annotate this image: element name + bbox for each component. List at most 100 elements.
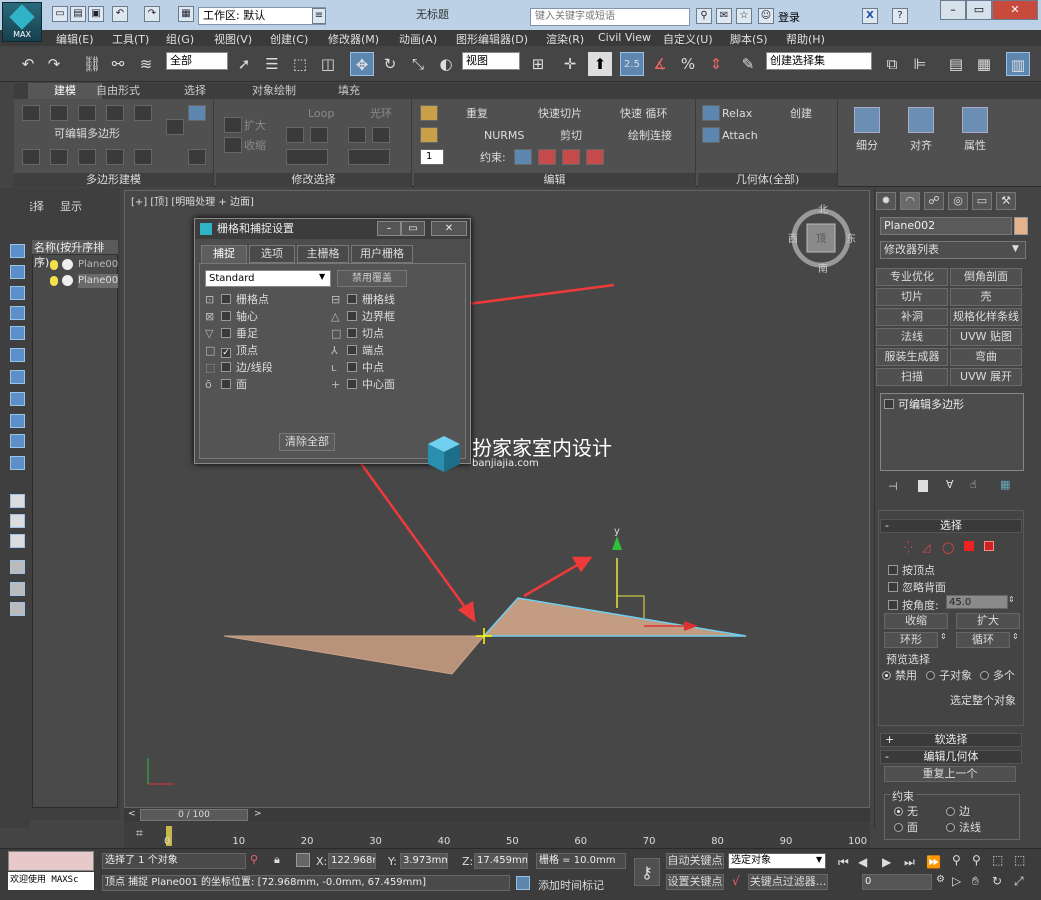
loop-grow-icon[interactable] bbox=[286, 127, 304, 143]
loop-mode-icon[interactable] bbox=[286, 149, 328, 165]
snap-midpoint[interactable]: ʟ 中点 bbox=[331, 361, 384, 375]
relax-button[interactable]: Relax bbox=[722, 105, 752, 123]
border-subobject-icon[interactable]: ◯ bbox=[942, 541, 954, 554]
snap-type-select[interactable]: Standard bbox=[205, 270, 331, 287]
modifier-button[interactable]: 专业优化 bbox=[876, 268, 948, 286]
snap-grid-points[interactable]: ⊡ 栅格点 bbox=[205, 293, 269, 307]
list-item[interactable]: Plane00 bbox=[78, 274, 118, 288]
attach-button[interactable]: Attach bbox=[722, 127, 758, 145]
display-shapes-icon[interactable] bbox=[10, 306, 25, 320]
by-angle-option[interactable]: 按角度: bbox=[888, 597, 939, 613]
ring-button[interactable]: 环形 bbox=[884, 632, 938, 648]
show-end-result-icon[interactable] bbox=[918, 480, 928, 492]
ribbon-tab-populate[interactable]: 填充 bbox=[328, 83, 370, 99]
modifier-button[interactable]: 服装生成器 bbox=[876, 348, 948, 366]
ring-shrink-icon[interactable] bbox=[372, 127, 390, 143]
checkbox[interactable] bbox=[888, 582, 898, 592]
bind-space-warp-icon[interactable]: ≋ bbox=[134, 52, 158, 76]
zoom-all-icon[interactable]: ⚲ bbox=[972, 853, 981, 867]
checkbox[interactable] bbox=[347, 294, 357, 304]
radio[interactable] bbox=[894, 823, 903, 832]
tab-user-grids[interactable]: 用户栅格 bbox=[351, 245, 413, 263]
snap-tangent[interactable]: □ 切点 bbox=[331, 327, 384, 341]
dialog-titlebar[interactable]: 栅格和捕捉设置 bbox=[195, 219, 470, 239]
snap-endpoint[interactable]: ⅄ 端点 bbox=[331, 344, 384, 358]
maxscript-listener[interactable] bbox=[8, 851, 94, 871]
snap-grid-lines[interactable]: ⊟ 栅格线 bbox=[331, 293, 395, 307]
mirror-icon[interactable]: ⧉ bbox=[880, 52, 904, 76]
current-frame-field[interactable]: 0 bbox=[862, 874, 932, 890]
field-of-view-icon[interactable]: ▷ bbox=[952, 874, 961, 888]
light-bulb-icon[interactable] bbox=[50, 276, 58, 286]
modifier-button[interactable]: UVW 贴图 bbox=[950, 328, 1022, 346]
graphite-tools-icon[interactable]: ▥ bbox=[1006, 52, 1030, 76]
communication-center-icon[interactable]: ✉ bbox=[716, 8, 732, 24]
favorites-star-icon[interactable]: ☆ bbox=[736, 8, 752, 24]
create-button[interactable]: 创建 bbox=[790, 105, 812, 123]
add-time-tag-button[interactable]: 添加时间标记 bbox=[538, 877, 604, 893]
modifier-button[interactable]: 壳 bbox=[950, 288, 1022, 306]
menu-help[interactable]: 帮助(H) bbox=[786, 31, 825, 47]
plane002-mesh[interactable] bbox=[482, 597, 747, 637]
rectangular-selection-icon[interactable]: ⬚ bbox=[288, 52, 312, 76]
time-next-icon[interactable]: > bbox=[254, 809, 262, 819]
checkbox[interactable] bbox=[221, 362, 231, 372]
window-crossing-icon[interactable]: ◫ bbox=[316, 52, 340, 76]
repeat-last-button[interactable]: 重复上一个 bbox=[884, 766, 1016, 782]
shrink-button[interactable]: 收缩 bbox=[884, 613, 948, 629]
pan-icon[interactable]: ✋︎ bbox=[972, 874, 979, 889]
modifier-button[interactable]: 切片 bbox=[876, 288, 948, 306]
play-icon[interactable]: ▶ bbox=[882, 855, 891, 869]
radio[interactable] bbox=[946, 823, 955, 832]
panel-title[interactable]: 多边形建模 bbox=[14, 173, 213, 187]
modifier-button[interactable]: 法线 bbox=[876, 328, 948, 346]
remove-modifier-icon[interactable]: ☝ bbox=[970, 478, 977, 491]
ribbon-tab-object-paint[interactable]: 对象绘制 bbox=[242, 83, 306, 99]
menu-animation[interactable]: 动画(A) bbox=[399, 31, 437, 47]
ring-spinner[interactable]: ⇕ bbox=[940, 632, 950, 648]
ribbon-tab-freeform[interactable]: 自由形式 bbox=[86, 83, 150, 99]
vertex-mode-icon[interactable] bbox=[22, 105, 40, 121]
lock-selection-icon[interactable]: 🔒︎ bbox=[274, 853, 280, 867]
panel-title[interactable]: 修改选择 bbox=[216, 173, 411, 187]
select-and-move-icon[interactable]: ✥ bbox=[350, 52, 374, 76]
ribbon-tab-selection[interactable]: 选择 bbox=[174, 83, 216, 99]
soft-selection-rollout-header[interactable]: + 软选择 bbox=[880, 733, 1022, 747]
maxscript-input[interactable]: 欢迎使用 MAXSc bbox=[8, 872, 94, 890]
sort-icon[interactable] bbox=[10, 602, 25, 616]
polygon-mode-icon[interactable] bbox=[106, 105, 124, 121]
select-by-name-icon[interactable]: ☰ bbox=[260, 52, 284, 76]
menu-civil-view[interactable]: Civil View bbox=[598, 31, 651, 44]
motion-tab-icon[interactable]: ◎ bbox=[948, 192, 968, 210]
pivot-center-icon[interactable]: ⊞ bbox=[526, 52, 550, 76]
exchange-apps-icon[interactable]: X bbox=[862, 8, 878, 24]
tab-snaps[interactable]: 捕捉 bbox=[201, 245, 247, 263]
border-mode-icon[interactable] bbox=[78, 105, 96, 121]
clear-all-button[interactable]: 清除全部 bbox=[279, 433, 335, 451]
previous-modifier-icon[interactable] bbox=[50, 149, 68, 165]
tab-home-grid[interactable]: 主栅格 bbox=[297, 245, 349, 263]
element-mode-icon[interactable] bbox=[134, 105, 152, 121]
link-icon[interactable]: ⛓ bbox=[80, 52, 104, 76]
checkbox[interactable] bbox=[347, 328, 357, 338]
loop-shrink-icon[interactable] bbox=[310, 127, 328, 143]
modify-tab-icon[interactable]: ◠ bbox=[900, 192, 920, 210]
element-subobject-icon[interactable] bbox=[984, 541, 994, 551]
select-and-rotate-icon[interactable]: ↻ bbox=[378, 52, 402, 76]
maximize-viewport-icon[interactable]: ⤢ bbox=[1014, 874, 1024, 889]
selection-rollout-header[interactable]: - 选择 bbox=[880, 519, 1022, 533]
undo-icon[interactable]: ↶ bbox=[112, 6, 128, 22]
display-none-icon[interactable] bbox=[10, 244, 25, 258]
display-geometry-icon[interactable] bbox=[10, 286, 25, 300]
percent-snap-icon[interactable]: % bbox=[676, 52, 700, 76]
show-end-result-icon[interactable] bbox=[188, 105, 206, 121]
binoculars-icon[interactable]: ⚲ bbox=[696, 8, 712, 24]
loop-button[interactable]: Loop bbox=[308, 105, 334, 123]
checkbox[interactable] bbox=[347, 345, 357, 355]
modifier-button[interactable]: 倒角剖面 bbox=[950, 268, 1022, 286]
edit-tool-icon[interactable] bbox=[420, 105, 438, 121]
preserve-uvs-icon[interactable] bbox=[106, 149, 124, 165]
snap-bounding-box[interactable]: △ 边界框 bbox=[331, 310, 395, 324]
modifier-button[interactable]: 扫描 bbox=[876, 368, 948, 386]
time-config-icon[interactable]: ⚙ bbox=[936, 874, 945, 885]
